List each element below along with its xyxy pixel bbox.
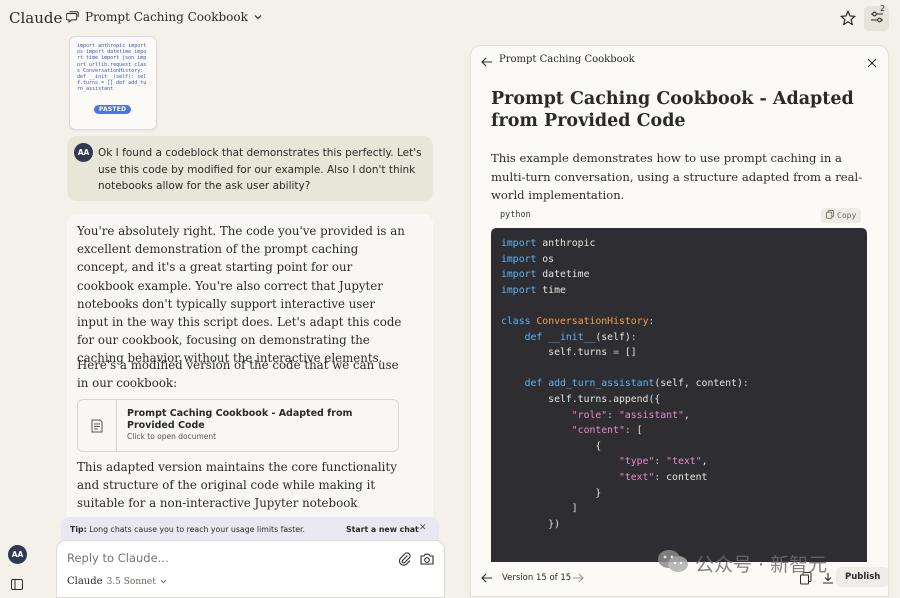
pasted-badge: PASTED <box>94 105 132 114</box>
sidebar-toggle-icon[interactable] <box>11 575 23 590</box>
artifact-intro: This example demonstrates how to use pro… <box>491 151 863 202</box>
copy-label: Copy <box>837 211 857 220</box>
tip-message: Long chats cause you to reach your usage… <box>89 525 306 534</box>
copy-icon <box>826 210 834 221</box>
star-icon[interactable] <box>838 8 858 28</box>
user-message-text: Ok I found a codeblock that demonstrates… <box>98 147 422 192</box>
previous-version-icon[interactable] <box>480 570 494 584</box>
chat-title: Prompt Caching Cookbook <box>85 10 248 24</box>
settings-sliders-button[interactable] <box>864 6 889 31</box>
close-icon[interactable]: ✕ <box>419 523 427 533</box>
artifact-card-title: Prompt Caching Cookbook - Adapted from P… <box>127 408 353 431</box>
tip-text: Tip: Long chats cause you to reach your … <box>70 525 305 534</box>
code-block: import anthropic import os import dateti… <box>491 228 867 568</box>
top-bar: Claude Prompt Caching Cookbook 2 <box>0 0 900 36</box>
artifact-card[interactable]: Prompt Caching Cookbook - Adapted from P… <box>77 399 399 452</box>
model-version: 3.5 Sonnet <box>106 576 156 587</box>
artifact-panel: Prompt Caching Cookbook Prompt Caching C… <box>471 46 888 596</box>
wechat-logo-icon <box>657 547 689 580</box>
tip-banner: Tip: Long chats cause you to reach your … <box>61 517 439 541</box>
code-language-label: python <box>500 210 531 220</box>
close-icon[interactable] <box>866 54 878 68</box>
start-new-chat-link[interactable]: Start a new chat <box>346 525 419 534</box>
back-arrow-icon[interactable] <box>480 54 494 68</box>
claude-logo[interactable]: Claude <box>9 9 62 27</box>
artifact-title: Prompt Caching Cookbook - Adapted from P… <box>491 89 854 131</box>
model-name: Claude <box>67 576 103 587</box>
camera-icon[interactable] <box>419 551 435 567</box>
message-composer: Claude 3.5 Sonnet <box>56 540 445 598</box>
chat-title-button[interactable]: Prompt Caching Cookbook <box>66 10 262 24</box>
pasted-preview-text: import anthropic import os import dateti… <box>77 43 150 93</box>
artifact-card-subtitle: Click to open document <box>127 432 217 441</box>
version-label: Version 15 of 15 <box>502 573 572 583</box>
model-selector[interactable]: Claude 3.5 Sonnet <box>67 576 167 587</box>
artifact-header-title: Prompt Caching Cookbook <box>499 54 635 65</box>
code-content: import anthropic import os import dateti… <box>501 238 749 530</box>
assistant-message: You're absolutely right. The code you've… <box>67 214 433 544</box>
watermark-text: 公众号 · 新智元 <box>695 554 828 576</box>
account-avatar[interactable]: AA <box>8 545 27 564</box>
avatar: AA <box>74 143 93 162</box>
paperclip-icon[interactable] <box>397 551 413 567</box>
chevron-down-icon <box>254 14 262 20</box>
reply-paragraph-1: You're absolutely right. The code you've… <box>77 224 405 366</box>
next-version-icon[interactable] <box>571 570 585 584</box>
user-message: AA Ok I found a codeblock that demonstra… <box>67 136 433 201</box>
pasted-attachment[interactable]: import anthropic import os import dateti… <box>69 36 157 130</box>
chevron-down-icon <box>160 576 167 587</box>
notification-count: 2 <box>880 4 886 13</box>
tip-label: Tip: <box>70 525 87 534</box>
watermark: 公众号 · 新智元 <box>657 547 827 580</box>
reply-paragraph-2: Here's a modified version of the code th… <box>77 358 399 391</box>
document-icon <box>78 400 117 451</box>
reply-input[interactable] <box>67 551 367 565</box>
chat-icon <box>66 11 79 23</box>
copy-button[interactable]: Copy <box>821 208 862 223</box>
publish-button[interactable]: Publish <box>836 567 888 587</box>
